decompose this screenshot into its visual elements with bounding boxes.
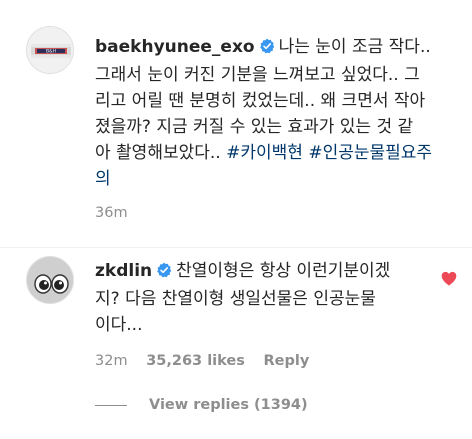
view-replies-button[interactable]: View replies (1394) bbox=[95, 397, 308, 413]
comment-body: zkdlin 찬열이형은 항상 이런기분이겠 지? 다음 찬열이형 생일선물은 인… bbox=[95, 258, 425, 338]
comment-timestamp: 32m bbox=[95, 353, 128, 369]
view-replies-line bbox=[95, 404, 127, 406]
comment-body: baekhyunee_exo 나는 눈이 조금 작다.. 그래서 눈이 커진 기분… bbox=[95, 34, 465, 192]
comment-text-line: 리고 어릴 땐 분명히 컸었는데.. 왜 크면서 작아 bbox=[95, 91, 426, 111]
view-replies-label[interactable]: View replies (1394) bbox=[149, 397, 308, 413]
username[interactable]: baekhyunee_exo bbox=[95, 37, 255, 57]
comment-text-line: 졌을까? 지금 커질 수 있는 효과가 있는 것 같 bbox=[95, 117, 414, 137]
verified-badge-icon bbox=[259, 36, 275, 62]
reply-button[interactable]: Reply bbox=[263, 353, 309, 369]
comment-baekhyunee: B&H baekhyunee_exo 나는 눈이 조금 작다.. 그래서 눈이 커… bbox=[0, 0, 472, 247]
comment-text-line: 그래서 눈이 커진 기분을 느껴보고 싶었다.. 그 bbox=[95, 65, 420, 85]
comment-text-line: 지? 다음 찬열이형 생일선물은 인공눈물 bbox=[95, 289, 376, 309]
like-heart-icon[interactable] bbox=[441, 271, 457, 290]
comment-text-line: 나는 눈이 조금 작다.. bbox=[278, 37, 431, 57]
avatar-logo-text: B&H bbox=[46, 49, 56, 55]
avatar-baekhyunee[interactable]: B&H bbox=[26, 26, 74, 74]
hashtag-link[interactable]: #인공눈물필요주 bbox=[308, 143, 432, 163]
avatar-image bbox=[27, 257, 73, 303]
verified-badge-icon bbox=[156, 260, 172, 286]
likes-count[interactable]: 35,263 likes bbox=[146, 353, 245, 369]
comment-text-line: 찬열이형은 항상 이런기분이겠 bbox=[176, 261, 391, 281]
avatar-zkdlin[interactable] bbox=[26, 256, 74, 304]
hashtag-link[interactable]: #카이백현 bbox=[226, 143, 303, 163]
comment-meta-row: 32m 35,263 likes Reply bbox=[95, 353, 309, 369]
comment-timestamp: 36m bbox=[95, 205, 128, 221]
comment-text-line: 이다... bbox=[95, 315, 143, 335]
hashtag-link-continued[interactable]: 의 bbox=[95, 169, 111, 189]
username[interactable]: zkdlin bbox=[95, 261, 152, 281]
comment-text-line: 아 촬영해보았다.. bbox=[95, 143, 227, 163]
avatar-image: B&H bbox=[27, 27, 73, 73]
